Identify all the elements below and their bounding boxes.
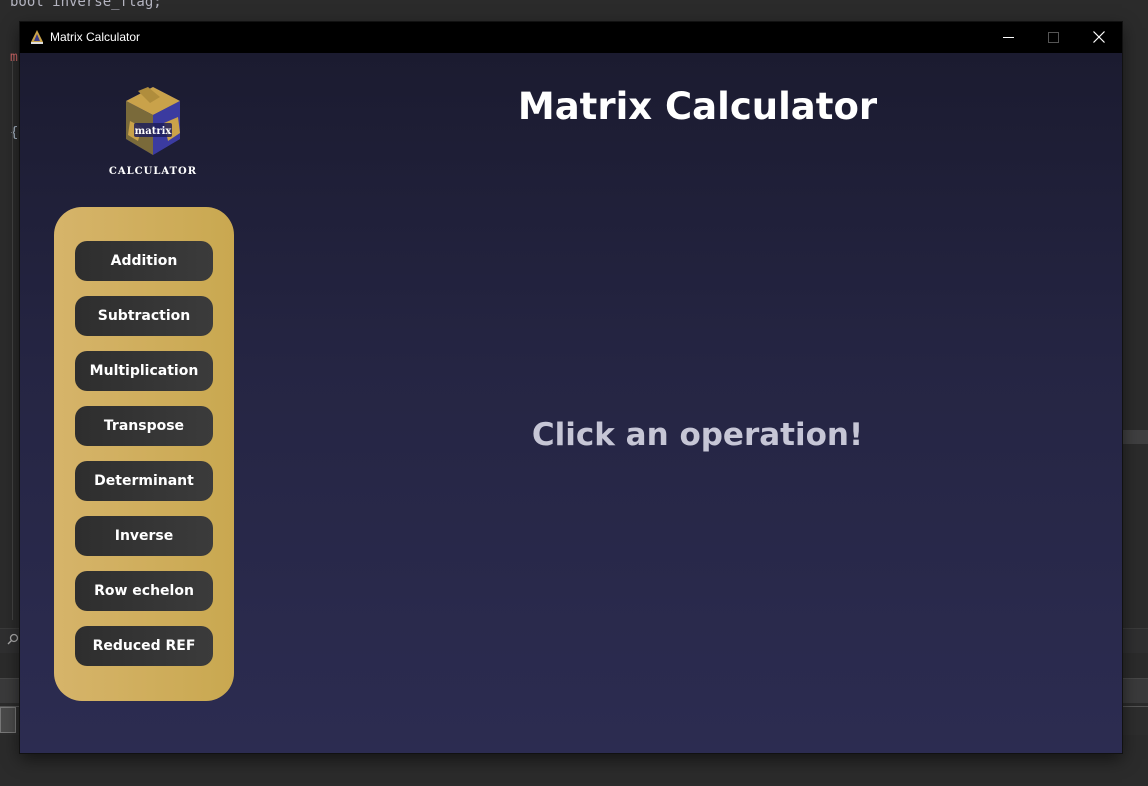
background-code-line: bool inverse_flag;: [10, 0, 162, 10]
row-echelon-button[interactable]: Row echelon: [75, 571, 213, 611]
search-icon[interactable]: [7, 633, 19, 648]
matrix-logo: matrix: [108, 83, 198, 179]
title-bar[interactable]: Matrix Calculator: [20, 22, 1122, 53]
logo-center-text: matrix: [135, 126, 173, 137]
background-tab[interactable]: [0, 707, 16, 733]
window-title: Matrix Calculator: [50, 30, 141, 44]
minimize-icon: [1002, 28, 1014, 47]
page-title: Matrix Calculator: [517, 85, 878, 128]
close-button[interactable]: [1076, 22, 1122, 53]
maximize-icon: [1047, 28, 1059, 47]
inverse-button[interactable]: Inverse: [75, 516, 213, 556]
reduced-ref-button[interactable]: Reduced REF: [75, 626, 213, 666]
multiplication-button[interactable]: Multiplication: [75, 351, 213, 391]
addition-button[interactable]: Addition: [75, 241, 213, 281]
determinant-button[interactable]: Determinant: [75, 461, 213, 501]
app-logo-icon: [29, 29, 45, 45]
subtraction-button[interactable]: Subtraction: [75, 296, 213, 336]
operations-sidebar: Addition Subtraction Multiplication Tran…: [54, 207, 234, 701]
app-window: Matrix Calculator matrix CALCULATOR Addi…: [20, 22, 1122, 753]
background-scroll-marker: [1122, 430, 1148, 444]
logo-caption: CALCULATOR: [108, 166, 198, 177]
transpose-button[interactable]: Transpose: [75, 406, 213, 446]
maximize-button[interactable]: [1030, 22, 1076, 53]
close-icon: [1093, 28, 1105, 47]
minimize-button[interactable]: [985, 22, 1031, 53]
background-gutter-line: [12, 60, 13, 620]
operation-prompt: Click an operation!: [531, 417, 864, 453]
app-content: matrix CALCULATOR Addition Subtraction M…: [20, 53, 1122, 753]
